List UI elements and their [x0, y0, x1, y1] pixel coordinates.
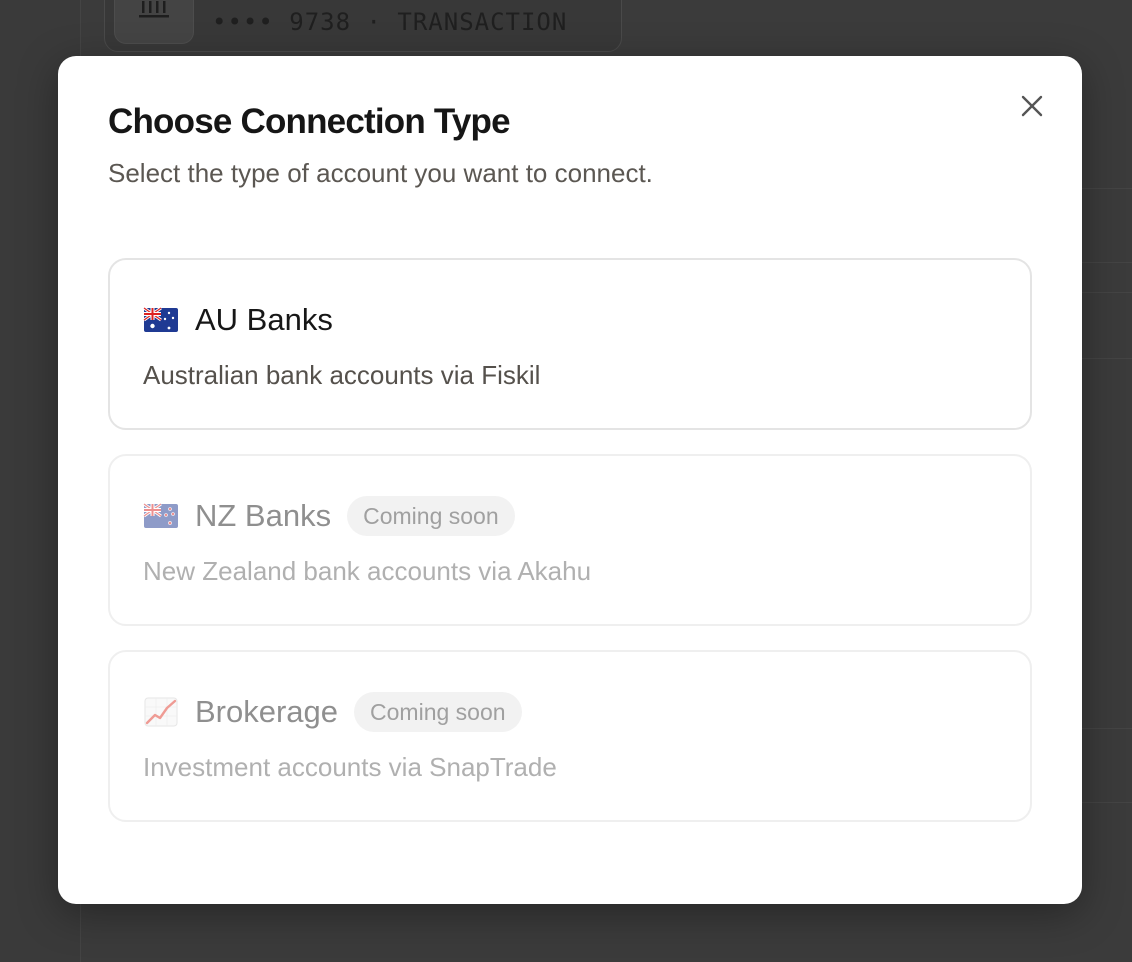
option-label: NZ Banks [195, 498, 332, 533]
option-description: Investment accounts via SnapTrade [143, 752, 557, 782]
close-button[interactable] [1016, 90, 1048, 122]
coming-soon-badge: Coming soon [354, 692, 522, 732]
close-icon [1021, 95, 1043, 117]
divider [1082, 188, 1132, 189]
divider [1082, 262, 1132, 263]
option-brokerage: Brokerage Coming soon Investment account… [108, 650, 1032, 822]
dialog-title: Choose Connection Type [108, 102, 511, 141]
australia-flag-icon [143, 306, 178, 332]
option-label: Brokerage [195, 694, 339, 729]
option-label: AU Banks [195, 302, 333, 337]
connection-type-dialog: Choose Connection Type Select the type o… [58, 56, 1082, 904]
account-number: •••• 9738 · TRANSACTION [212, 8, 568, 36]
chart-increasing-icon [144, 697, 178, 727]
new-zealand-flag-icon [143, 502, 178, 528]
option-nz-banks: NZ Banks Coming soon New Zealand bank ac… [108, 454, 1032, 626]
option-description: Australian bank accounts via Fiskil [143, 360, 541, 390]
coming-soon-badge: Coming soon [347, 496, 515, 536]
divider [1082, 292, 1132, 293]
dialog-subtitle: Select the type of account you want to c… [108, 158, 653, 188]
option-au-banks[interactable]: AU Banks Australian bank accounts via Fi… [108, 258, 1032, 430]
divider [1082, 802, 1132, 803]
bank-icon [114, 0, 194, 44]
divider [1082, 358, 1132, 359]
option-description: New Zealand bank accounts via Akahu [143, 556, 592, 586]
divider [1082, 728, 1132, 729]
